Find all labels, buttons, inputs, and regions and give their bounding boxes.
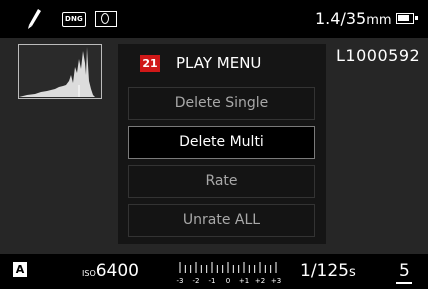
lens-aperture: 1.4 (315, 9, 341, 28)
iso-readout: ISO6400 (82, 261, 139, 281)
image-file-number: L1000592 (336, 46, 421, 65)
exposure-mode-badge: A (13, 262, 27, 277)
metering-icon (95, 11, 117, 27)
ev-scale-label: +1 (239, 277, 249, 285)
menu-item-delete-multi[interactable]: Delete Multi (128, 126, 315, 159)
menu-title: PLAY MENU (176, 54, 262, 72)
ev-scale-label: +3 (271, 277, 281, 285)
bottom-info-bar: A ISO6400 -3 -2 -1 0 +1 +2 +3 1/125s 5 (0, 254, 428, 289)
shots-underline (396, 282, 412, 284)
iso-label: ISO (82, 269, 96, 278)
ev-scale-label: -1 (209, 277, 216, 285)
shutter-value: 1/125 (300, 261, 349, 281)
menu-item-delete-single[interactable]: Delete Single (128, 87, 315, 120)
lens-info: 1.4/35mm (315, 9, 392, 28)
profile-pen-icon (28, 9, 41, 29)
camera-playback-screen: DNG 1.4/35mm L1000592 21 PLAY MENU Delet… (0, 0, 428, 289)
exposure-compensation-scale: -3 -2 -1 0 +1 +2 +3 (177, 262, 281, 285)
ev-scale-label: 0 (226, 277, 230, 285)
dng-format-icon: DNG (62, 12, 86, 27)
lens-unit: mm (366, 13, 392, 28)
top-status-bar: DNG 1.4/35mm (0, 0, 428, 38)
shots-remaining: 5 (399, 261, 410, 281)
battery-icon (396, 13, 418, 24)
iso-value: 6400 (95, 261, 139, 281)
shutter-unit: s (349, 265, 356, 280)
ev-scale-label: -2 (193, 277, 200, 285)
ev-scale-label: -3 (177, 277, 184, 285)
menu-item-rate[interactable]: Rate (128, 165, 315, 198)
lens-focal: 35 (345, 9, 367, 28)
ev-scale-label: +2 (255, 277, 265, 285)
menu-item-unrate-all[interactable]: Unrate ALL (128, 204, 315, 237)
play-menu-panel: 21 PLAY MENU Delete Single Delete Multi … (118, 44, 326, 244)
menu-page-badge: 21 (140, 55, 160, 72)
shutter-speed: 1/125s (300, 261, 356, 281)
histogram (18, 44, 102, 99)
